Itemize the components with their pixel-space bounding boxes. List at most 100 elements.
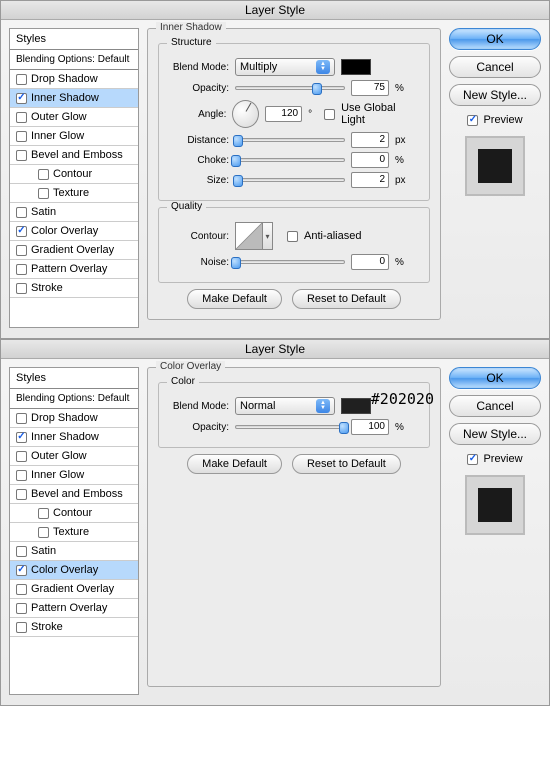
style-checkbox[interactable] bbox=[16, 283, 27, 294]
cancel-button[interactable]: Cancel bbox=[449, 56, 541, 78]
new-style-button[interactable]: New Style... bbox=[449, 84, 541, 106]
color-swatch[interactable] bbox=[341, 59, 371, 75]
style-row[interactable]: Gradient Overlay bbox=[10, 241, 138, 260]
style-checkbox[interactable] bbox=[38, 188, 49, 199]
slider-thumb[interactable] bbox=[339, 422, 349, 434]
style-checkbox[interactable] bbox=[16, 226, 27, 237]
style-checkbox[interactable] bbox=[16, 93, 27, 104]
style-row[interactable]: Pattern Overlay bbox=[10, 260, 138, 279]
style-row[interactable]: Contour bbox=[10, 165, 138, 184]
angle-input[interactable]: 120 bbox=[265, 106, 302, 122]
param-row: Choke:0% bbox=[169, 152, 419, 168]
style-row[interactable]: Stroke bbox=[10, 618, 138, 637]
reset-to-default-button[interactable]: Reset to Default bbox=[292, 289, 401, 309]
style-label: Drop Shadow bbox=[31, 73, 98, 85]
style-row[interactable]: Contour bbox=[10, 504, 138, 523]
value-input[interactable]: 100 bbox=[351, 419, 389, 435]
make-default-button[interactable]: Make Default bbox=[187, 454, 282, 474]
preview-checkbox[interactable] bbox=[467, 454, 478, 465]
style-row[interactable]: Pattern Overlay bbox=[10, 599, 138, 618]
style-row[interactable]: Texture bbox=[10, 184, 138, 203]
blend-mode-select[interactable]: Multiply▲▼ bbox=[235, 58, 335, 76]
style-row[interactable]: Gradient Overlay bbox=[10, 580, 138, 599]
preview-checkbox[interactable] bbox=[467, 115, 478, 126]
cancel-button[interactable]: Cancel bbox=[449, 395, 541, 417]
angle-dial[interactable] bbox=[232, 100, 259, 128]
style-checkbox[interactable] bbox=[16, 74, 27, 85]
slider-thumb[interactable] bbox=[231, 155, 241, 167]
style-row[interactable]: Drop Shadow bbox=[10, 70, 138, 89]
contour-picker[interactable]: ▾ bbox=[235, 222, 273, 250]
slider-thumb[interactable] bbox=[312, 83, 322, 95]
ok-button[interactable]: OK bbox=[449, 28, 541, 50]
value-input[interactable]: 2 bbox=[351, 132, 389, 148]
use-global-light-checkbox[interactable] bbox=[324, 109, 335, 120]
style-row[interactable]: Inner Glow bbox=[10, 127, 138, 146]
style-row[interactable]: Inner Shadow bbox=[10, 428, 138, 447]
style-checkbox[interactable] bbox=[16, 584, 27, 595]
style-row[interactable]: Inner Glow bbox=[10, 466, 138, 485]
blending-options-row[interactable]: Blending Options: Default bbox=[10, 50, 138, 70]
style-checkbox[interactable] bbox=[16, 622, 27, 633]
style-row[interactable]: Satin bbox=[10, 203, 138, 222]
slider-thumb[interactable] bbox=[233, 135, 243, 147]
preview-toggle-row: Preview bbox=[449, 114, 541, 126]
style-checkbox[interactable] bbox=[16, 264, 27, 275]
style-row[interactable]: Bevel and Emboss bbox=[10, 485, 138, 504]
style-checkbox[interactable] bbox=[16, 432, 27, 443]
style-checkbox[interactable] bbox=[16, 470, 27, 481]
style-row[interactable]: Satin bbox=[10, 542, 138, 561]
blend-mode-select[interactable]: Normal▲▼ bbox=[235, 397, 335, 415]
param-row: Noise:0% bbox=[169, 254, 419, 270]
style-checkbox[interactable] bbox=[16, 245, 27, 256]
value-input[interactable]: 2 bbox=[351, 172, 389, 188]
style-checkbox[interactable] bbox=[16, 413, 27, 424]
reset-to-default-button[interactable]: Reset to Default bbox=[292, 454, 401, 474]
value-input[interactable]: 75 bbox=[351, 80, 389, 96]
slider-thumb[interactable] bbox=[231, 257, 241, 269]
style-checkbox[interactable] bbox=[16, 150, 27, 161]
ok-button[interactable]: OK bbox=[449, 367, 541, 389]
color-swatch[interactable] bbox=[341, 398, 371, 414]
style-row[interactable]: Color Overlay bbox=[10, 561, 138, 580]
style-checkbox[interactable] bbox=[16, 451, 27, 462]
style-checkbox[interactable] bbox=[16, 112, 27, 123]
style-row[interactable]: Color Overlay bbox=[10, 222, 138, 241]
style-checkbox[interactable] bbox=[38, 169, 49, 180]
style-row[interactable]: Outer Glow bbox=[10, 108, 138, 127]
make-default-button[interactable]: Make Default bbox=[187, 289, 282, 309]
value-input[interactable]: 0 bbox=[351, 152, 389, 168]
new-style-button[interactable]: New Style... bbox=[449, 423, 541, 445]
style-row[interactable]: Stroke bbox=[10, 279, 138, 298]
style-checkbox[interactable] bbox=[16, 489, 27, 500]
style-checkbox[interactable] bbox=[16, 131, 27, 142]
slider[interactable] bbox=[235, 425, 345, 429]
param-row: Contour:▾Anti-aliased bbox=[169, 222, 419, 250]
panel-main: Inner ShadowStructureBlend Mode:Multiply… bbox=[147, 28, 441, 328]
slider[interactable] bbox=[235, 178, 345, 182]
style-row[interactable]: Inner Shadow bbox=[10, 89, 138, 108]
style-label: Gradient Overlay bbox=[31, 244, 114, 256]
param-label: Choke: bbox=[169, 155, 229, 166]
style-row[interactable]: Drop Shadow bbox=[10, 409, 138, 428]
style-label: Stroke bbox=[31, 282, 63, 294]
slider[interactable] bbox=[235, 260, 345, 264]
style-checkbox[interactable] bbox=[16, 546, 27, 557]
value-input[interactable]: 0 bbox=[351, 254, 389, 270]
style-row[interactable]: Bevel and Emboss bbox=[10, 146, 138, 165]
slider[interactable] bbox=[235, 86, 345, 90]
style-checkbox[interactable] bbox=[38, 527, 49, 538]
blending-options-row[interactable]: Blending Options: Default bbox=[10, 389, 138, 409]
style-checkbox[interactable] bbox=[16, 207, 27, 218]
style-checkbox[interactable] bbox=[16, 565, 27, 576]
anti-aliased-checkbox[interactable] bbox=[287, 231, 298, 242]
style-row[interactable]: Outer Glow bbox=[10, 447, 138, 466]
style-label: Gradient Overlay bbox=[31, 583, 114, 595]
style-checkbox[interactable] bbox=[38, 508, 49, 519]
slider[interactable] bbox=[235, 138, 345, 142]
slider-thumb[interactable] bbox=[233, 175, 243, 187]
slider[interactable] bbox=[235, 158, 345, 162]
dropdown-caret-icon[interactable]: ▾ bbox=[263, 222, 273, 250]
style-row[interactable]: Texture bbox=[10, 523, 138, 542]
style-checkbox[interactable] bbox=[16, 603, 27, 614]
